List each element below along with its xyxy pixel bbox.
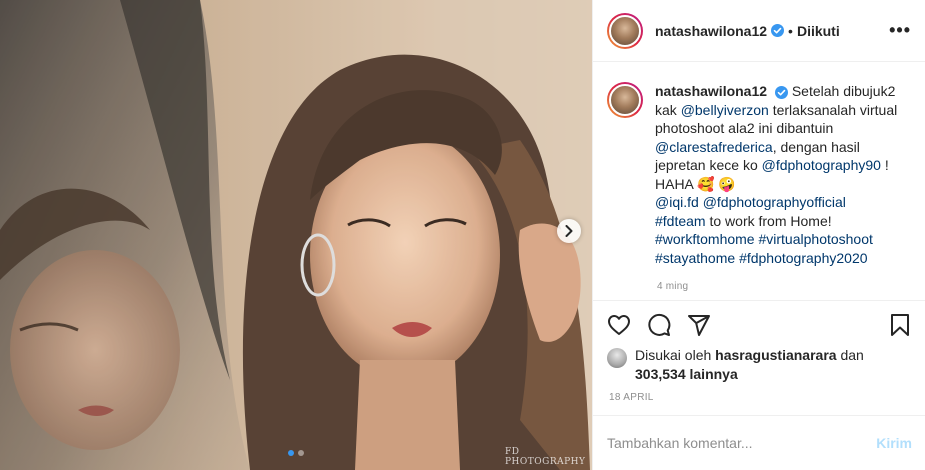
caption-username[interactable]: natashawilona12: [655, 83, 767, 99]
caption-avatar[interactable]: [607, 82, 643, 118]
hashtag-link[interactable]: #fdteam: [655, 213, 706, 229]
chevron-right-icon: [565, 225, 573, 237]
caption-segment: to work from Home!: [705, 212, 832, 229]
header-separator: •: [788, 22, 793, 39]
comment-form: Kirim: [593, 415, 925, 470]
caption-timestamp[interactable]: 4 ming: [657, 281, 912, 292]
follow-status-button[interactable]: Diikuti: [797, 23, 840, 39]
carousel-dot-active: [288, 450, 294, 456]
post-header: natashawilona12 • Diikuti •••: [593, 0, 925, 62]
carousel-dot: [298, 450, 304, 456]
post-details-panel: natashawilona12 • Diikuti ••• natashawil…: [592, 0, 925, 470]
mention-link[interactable]: @clarestafrederica: [655, 139, 773, 155]
mention-link[interactable]: @bellyiverzon: [681, 102, 769, 118]
post-photo[interactable]: FD PHOTOGRAPHY: [0, 0, 592, 470]
author-avatar[interactable]: [607, 12, 643, 49]
liker-avatar[interactable]: [607, 348, 627, 368]
hashtag-link[interactable]: #virtualphotoshoot: [758, 231, 872, 247]
mention-link[interactable]: @iqi.fd: [655, 194, 699, 210]
post-comment-button[interactable]: Kirim: [876, 435, 912, 451]
caption-text: natashawilona12 Setelah dibujuk2 kak @be…: [655, 82, 905, 267]
heart-icon[interactable]: [607, 313, 631, 337]
likes-prefix: Disukai oleh: [635, 347, 716, 363]
hashtag-link[interactable]: #workftomhome: [655, 231, 755, 247]
verified-badge-icon: [771, 24, 785, 37]
share-icon[interactable]: [687, 313, 711, 337]
verified-badge-icon: [774, 85, 788, 99]
liker-username[interactable]: hasragustianarara: [715, 347, 836, 363]
comment-icon[interactable]: [647, 313, 671, 337]
carousel-next-button[interactable]: [557, 219, 581, 243]
post-date[interactable]: 18 APRIL: [609, 392, 654, 403]
mention-link[interactable]: @fdphotography90: [762, 157, 881, 173]
caption-section: natashawilona12 Setelah dibujuk2 kak @be…: [593, 62, 925, 300]
hashtag-link[interactable]: #fdphotography2020: [739, 250, 867, 266]
more-options-button[interactable]: •••: [889, 20, 911, 41]
likes-suffix[interactable]: lainnya: [686, 366, 737, 382]
likes-middle: dan: [836, 347, 864, 363]
carousel-indicator: [0, 450, 592, 456]
hashtag-link[interactable]: #stayathome: [655, 250, 735, 266]
author-username[interactable]: natashawilona12: [655, 23, 767, 39]
bookmark-icon[interactable]: [888, 313, 912, 337]
photo-image: [0, 0, 592, 470]
likes-summary: Disukai oleh hasragustianarara dan 303,5…: [607, 346, 912, 383]
photo-watermark: FD PHOTOGRAPHY: [505, 447, 586, 467]
comment-input[interactable]: [607, 435, 877, 451]
action-bar: [593, 300, 925, 344]
mention-link[interactable]: @fdphotographyofficial: [703, 194, 846, 210]
likes-count[interactable]: 303,534: [635, 366, 686, 382]
